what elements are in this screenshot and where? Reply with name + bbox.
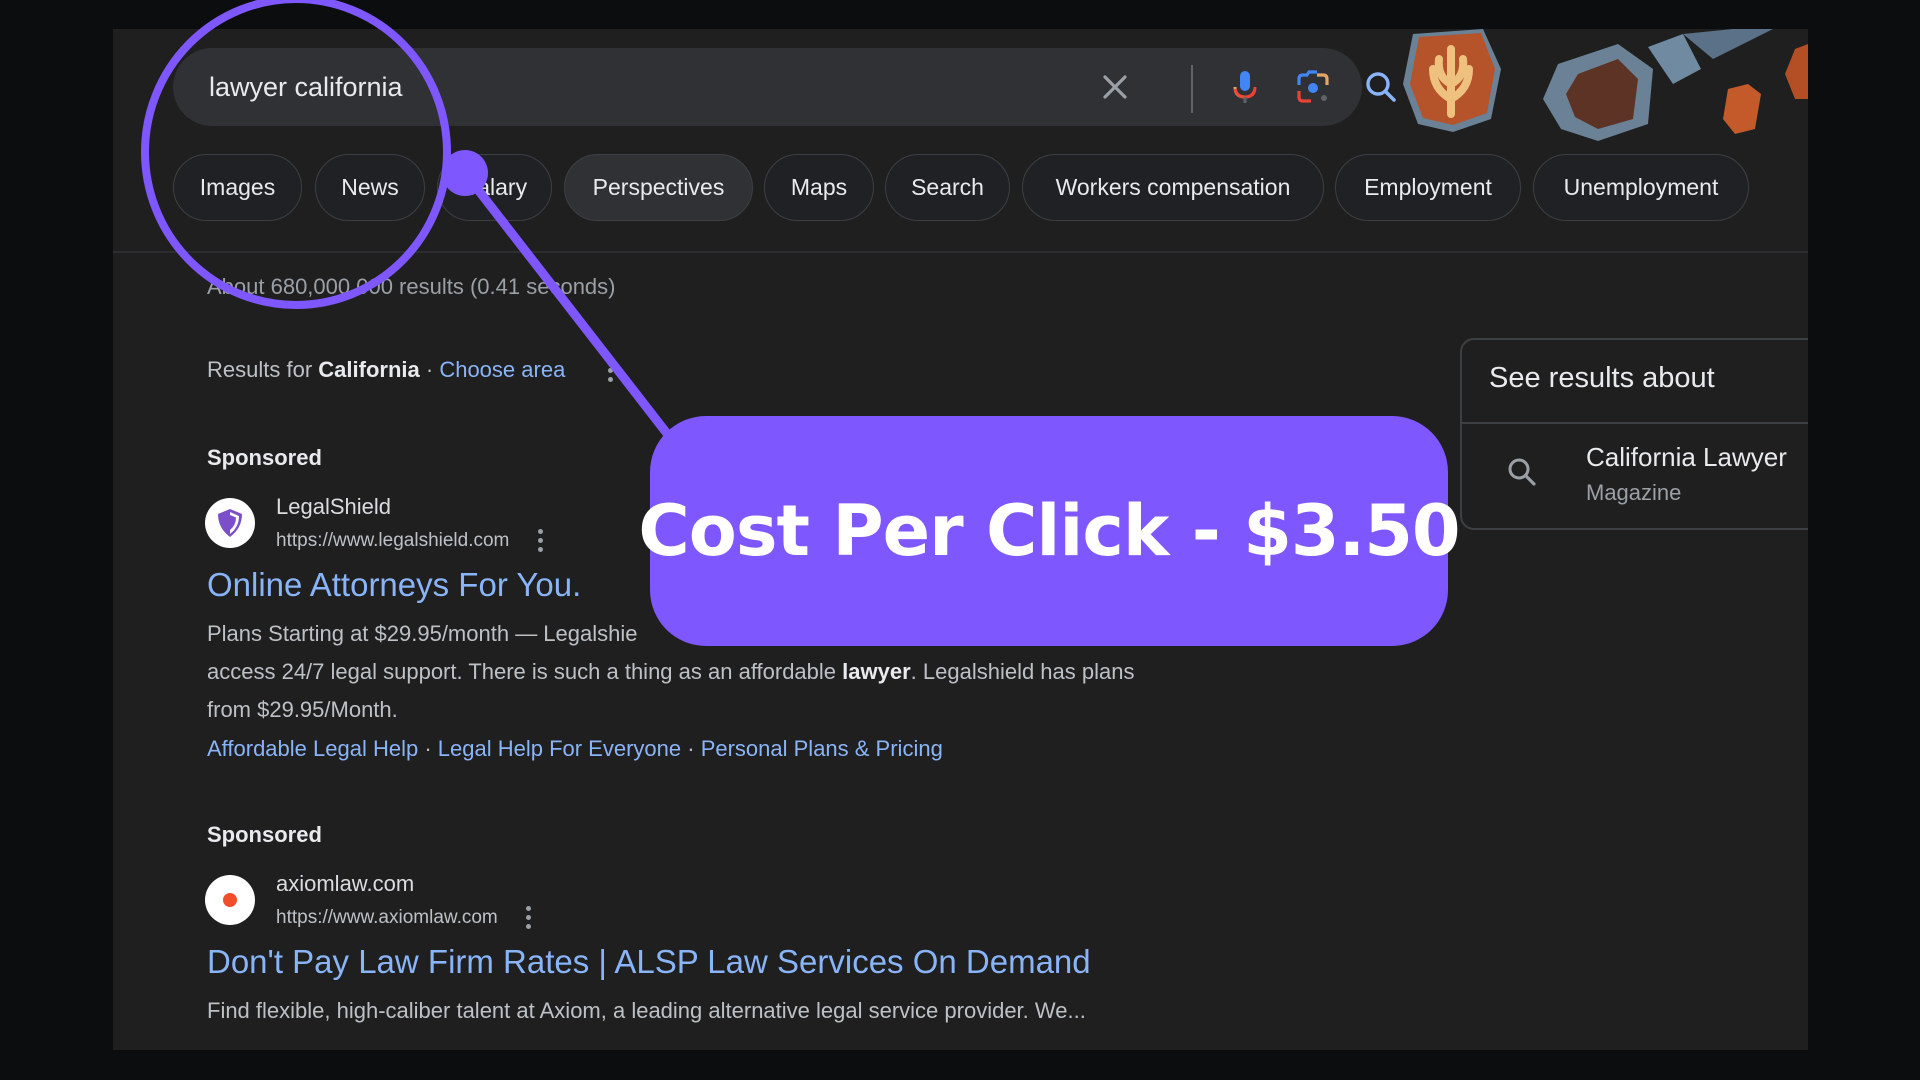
ad-title-link[interactable]: Online Attorneys For You.	[207, 566, 581, 604]
ad-site-name[interactable]: axiomlaw.com	[276, 871, 414, 897]
region-prefix: Results for	[207, 357, 313, 382]
sitelink-legal-help-for-everyone[interactable]: Legal Help For Everyone	[438, 736, 681, 761]
result-about-subtitle: Magazine	[1586, 480, 1682, 505]
chip-search[interactable]: Search	[885, 154, 1010, 221]
ad-url-text[interactable]: https://www.legalshield.com	[276, 530, 509, 551]
axiom-dot-icon[interactable]	[205, 875, 255, 925]
chip-workers-compensation[interactable]: Workers compensation	[1022, 154, 1324, 221]
ad-description-line: from $29.95/Month.	[207, 697, 398, 722]
search-bar-divider	[1191, 65, 1193, 113]
region-location: California	[318, 357, 420, 382]
microphone-icon[interactable]	[1225, 67, 1265, 107]
google-lens-icon[interactable]	[1293, 67, 1333, 107]
results-stats: About 680,000,000 results (0.41 seconds)	[207, 274, 616, 299]
chip-employment[interactable]: Employment	[1335, 154, 1521, 221]
sitelink-affordable-legal-help[interactable]: Affordable Legal Help	[207, 736, 418, 761]
shield-icon[interactable]	[205, 498, 255, 548]
ad-description-line: access 24/7 legal support. There is such…	[207, 659, 1134, 685]
chip-images[interactable]: Images	[173, 154, 302, 221]
ad-sitelinks: Affordable Legal Help · Legal Help For E…	[207, 736, 943, 762]
sitelink-separator: ·	[418, 736, 438, 761]
clear-icon[interactable]	[1095, 67, 1135, 107]
ad-description-text: access 24/7 legal support. There is such…	[207, 659, 843, 684]
sponsored-label: Sponsored	[207, 445, 322, 470]
see-results-about-title: See results about	[1489, 362, 1715, 394]
sitelink-separator: ·	[681, 736, 701, 761]
see-results-about-panel: See results about California Lawyer Maga…	[1460, 338, 1808, 530]
ad-description-line: Find flexible, high-caliber talent at Ax…	[207, 998, 1086, 1023]
header-divider	[113, 251, 1808, 253]
choose-area-link[interactable]: Choose area	[439, 357, 565, 382]
result-about-title[interactable]: California Lawyer	[1586, 442, 1787, 473]
chip-news[interactable]: News	[315, 154, 425, 221]
chip-salary[interactable]: Salary	[437, 154, 552, 221]
ad-site-url[interactable]: https://www.legalshield.com	[276, 529, 543, 553]
ad-description-text: . Legalshield has plans	[910, 659, 1135, 684]
ad-description-line: Plans Starting at $29.95/month — Legalsh…	[207, 621, 638, 646]
coffee-bean-icon	[1785, 44, 1808, 99]
ad-url-text[interactable]: https://www.axiomlaw.com	[276, 907, 498, 928]
search-bar[interactable]: lawyer california	[173, 48, 1396, 126]
chip-perspectives[interactable]: Perspectives	[564, 154, 753, 221]
result-about-item[interactable]: California Lawyer Magazine	[1462, 424, 1808, 528]
coffee-bean-icon	[1723, 84, 1761, 134]
results-region: Results for California · Choose area	[207, 357, 614, 383]
search-input[interactable]: lawyer california	[209, 48, 403, 126]
sitelink-personal-plans-pricing[interactable]: Personal Plans & Pricing	[701, 736, 943, 761]
ad-site-name[interactable]: LegalShield	[276, 494, 391, 520]
latte-cup-icon	[1403, 29, 1501, 132]
region-separator: ·	[425, 357, 434, 382]
ad-options-icon[interactable]	[525, 906, 532, 930]
ad-options-icon[interactable]	[537, 529, 543, 553]
search-results-page: lawyer california Images News Salary Per…	[113, 29, 1808, 1050]
ad-description-highlight: lawyer	[842, 659, 911, 684]
search-icon	[1504, 454, 1540, 495]
ad-site-url[interactable]: https://www.axiomlaw.com	[276, 906, 532, 930]
chip-unemployment[interactable]: Unemployment	[1533, 154, 1749, 221]
chip-maps[interactable]: Maps	[764, 154, 874, 221]
more-options-icon[interactable]	[607, 359, 614, 383]
google-doodle[interactable]	[1383, 29, 1808, 149]
sponsored-label: Sponsored	[207, 822, 322, 847]
ad-title-link[interactable]: Don't Pay Law Firm Rates | ALSP Law Serv…	[207, 943, 1091, 981]
